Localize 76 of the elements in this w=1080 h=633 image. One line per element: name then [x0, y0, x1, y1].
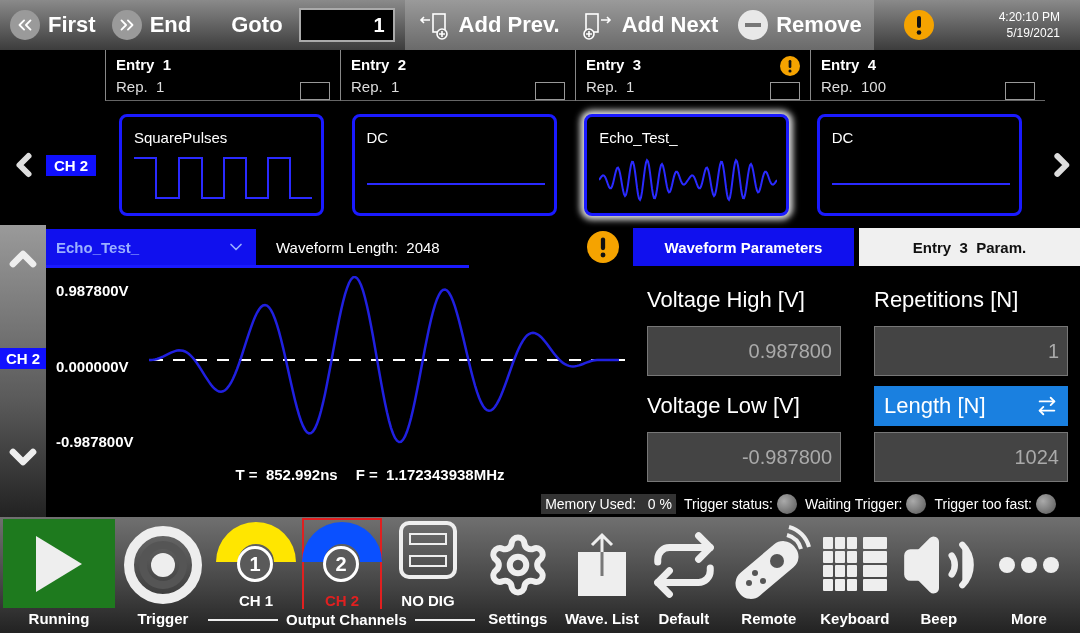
parameter-tab[interactable]: Entry 3 Param. [859, 228, 1080, 266]
entry-title: Entry 3 [586, 56, 643, 75]
indicator-label: Trigger status: [684, 496, 773, 512]
first-button[interactable]: First [10, 10, 96, 40]
entry-repetitions: Rep. 1 [351, 78, 401, 97]
value-field[interactable]: -0.987800 [647, 432, 841, 482]
end-button[interactable]: End [111, 10, 192, 40]
period-readout: T = 852.992ns [235, 466, 338, 485]
waveform-card[interactable]: DC [816, 114, 1022, 216]
entry-checkbox[interactable] [535, 82, 565, 100]
axis-label: 0.000000V [56, 357, 130, 375]
wave-list-button[interactable]: Wave. List [560, 517, 643, 633]
clock-time: 4:20:10 PM [998, 10, 1060, 24]
entry-checkbox[interactable] [300, 82, 330, 100]
warning-icon [780, 56, 800, 76]
parameter-tab[interactable]: Waveform Parameters [633, 228, 854, 266]
channel-button[interactable]: 2 CH 2 [302, 518, 382, 609]
value-field[interactable]: 1024 [874, 432, 1068, 482]
field-label: Voltage High [V] [647, 286, 806, 314]
axis-label: -0.987800V [56, 433, 135, 450]
entry-title: Entry 2 [351, 56, 408, 75]
entry-repetitions: Rep. 100 [821, 78, 888, 97]
more-icon [997, 556, 1060, 574]
waveform-dropdown[interactable]: Echo_Test_ [46, 229, 256, 265]
entry-checkbox[interactable] [770, 82, 800, 100]
waveform-card[interactable]: SquarePulses [118, 114, 324, 216]
indicator-label: Trigger too fast: [934, 496, 1032, 512]
remote-button[interactable]: Remote [724, 517, 813, 633]
digital-button[interactable]: NO DIG [388, 510, 468, 609]
entry-title: Entry 4 [821, 56, 878, 75]
target-icon [123, 525, 203, 605]
indicator-label: Waiting Trigger: [804, 496, 903, 512]
keypad-icon [822, 537, 887, 593]
waveform-name: DC [366, 129, 390, 146]
warning-icon [903, 10, 934, 40]
add-previous-button[interactable]: Add Prev. [416, 8, 560, 42]
add-next-button[interactable]: Add Next [579, 8, 719, 42]
waveform-length: Waveform Length: 2048 [276, 238, 440, 256]
entry-repetitions: Rep. 1 [586, 78, 636, 97]
group-label: Output Channels [286, 611, 407, 628]
clock-date: 5/19/2021 [1006, 26, 1060, 40]
settings-button[interactable]: Settings [474, 517, 561, 633]
entry-title: Entry 1 [116, 56, 173, 75]
channel-badge: CH 2 [46, 154, 97, 176]
upload-icon [575, 532, 628, 598]
field-label[interactable]: Length [N] [874, 386, 1068, 426]
channel-number: 2 [323, 546, 359, 582]
channel-number: 1 [237, 546, 273, 582]
play-icon [36, 535, 82, 592]
entry-repetitions: Rep. 1 [116, 78, 166, 97]
default-button[interactable]: Default [642, 517, 725, 633]
channel-button[interactable]: 1 CH 1 [216, 518, 296, 609]
chip-icon [398, 520, 458, 580]
memory-used: Memory Used: 0 % [541, 494, 676, 514]
waveform-name: SquarePulses [133, 129, 229, 146]
swap-icon [1036, 395, 1058, 417]
remove-button[interactable]: Remove [738, 10, 862, 40]
trigger-button[interactable]: Trigger [118, 517, 208, 633]
entry-checkbox[interactable] [1005, 82, 1035, 100]
field-label: Repetitions [N] [874, 286, 1020, 314]
waveform-card[interactable]: DC [351, 114, 557, 216]
waveform-name: DC [831, 129, 855, 146]
keyboard-button[interactable]: Keyboard [812, 517, 897, 633]
beep-button[interactable]: Beep [896, 517, 981, 633]
goto-label: Goto [231, 12, 283, 38]
value-field[interactable]: 1 [874, 326, 1068, 376]
frequency-readout: F = 1.172343938MHz [355, 466, 505, 485]
axis-label: 0.987800V [56, 282, 130, 299]
field-label: Voltage Low [V] [647, 392, 801, 420]
goto-field[interactable]: 1 [298, 8, 395, 42]
waveform-name: Echo_Test_ [599, 129, 679, 146]
minus-circle-icon [738, 10, 769, 40]
waveform-card[interactable]: Echo_Test_ [584, 114, 790, 216]
more-button[interactable]: More [980, 517, 1077, 633]
channel-badge: CH 2 [0, 347, 46, 369]
value-field[interactable]: 0.987800 [647, 326, 841, 376]
